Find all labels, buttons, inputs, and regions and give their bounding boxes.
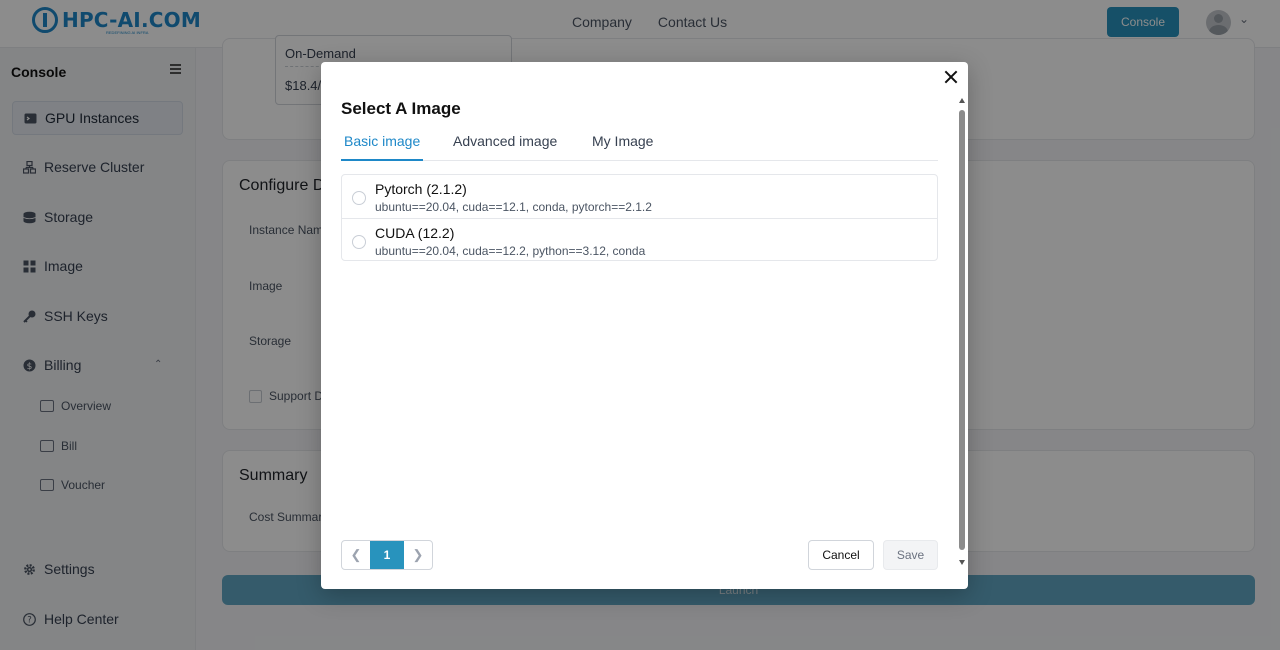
cancel-button[interactable]: Cancel [808, 540, 874, 570]
tab-advanced-image[interactable]: Advanced image [453, 133, 557, 161]
tab-basic-image[interactable]: Basic image [341, 133, 424, 161]
dialog-title: Select A Image [341, 99, 461, 118]
select-image-dialog: Select A Image Basic image Advanced imag… [321, 62, 968, 589]
chevron-left-icon[interactable]: ❮ [342, 541, 370, 569]
image-list: Pytorch (2.1.2) ubuntu==20.04, cuda==12.… [341, 174, 938, 261]
scroll-thumb[interactable] [959, 110, 965, 550]
image-radio[interactable] [352, 235, 366, 249]
image-tabs: Basic image Advanced image My Image [341, 130, 938, 161]
pagination: ❮ 1 ❯ [341, 540, 433, 570]
close-icon[interactable] [942, 68, 960, 86]
scroll-down-arrow-icon[interactable] [959, 560, 965, 565]
list-item[interactable]: Pytorch (2.1.2) ubuntu==20.04, cuda==12.… [342, 175, 937, 218]
dialog-scrollbar[interactable] [958, 98, 966, 566]
scroll-up-arrow-icon[interactable] [959, 98, 965, 103]
chevron-right-icon[interactable]: ❯ [404, 541, 432, 569]
image-name: CUDA (12.2) [375, 225, 455, 241]
image-radio[interactable] [352, 191, 366, 205]
list-item[interactable]: CUDA (12.2) ubuntu==20.04, cuda==12.2, p… [342, 218, 937, 261]
image-description: ubuntu==20.04, cuda==12.1, conda, pytorc… [375, 200, 652, 214]
image-name: Pytorch (2.1.2) [375, 181, 467, 197]
image-description: ubuntu==20.04, cuda==12.2, python==3.12,… [375, 244, 646, 258]
save-button[interactable]: Save [883, 540, 938, 570]
page-current[interactable]: 1 [370, 541, 404, 569]
tab-my-image[interactable]: My Image [592, 133, 653, 161]
